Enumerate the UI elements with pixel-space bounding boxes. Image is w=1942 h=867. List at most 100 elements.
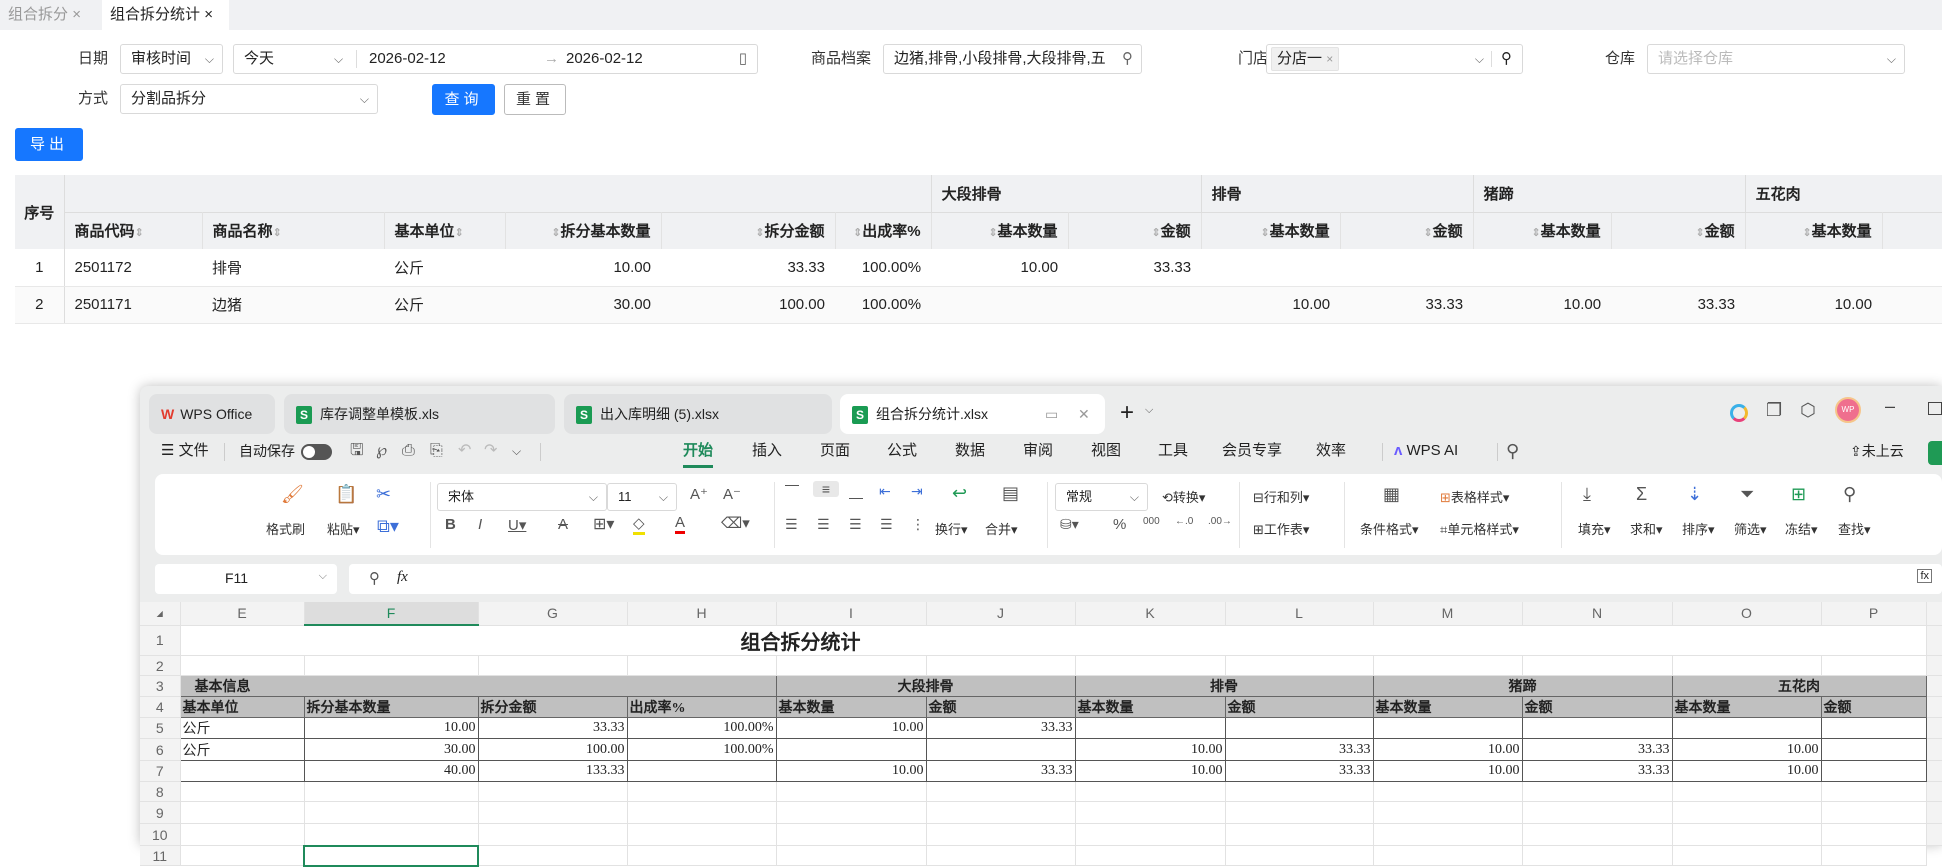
empty-cell[interactable] [1373,655,1523,676]
column-header-P[interactable]: P [1821,602,1927,626]
wrap-icon[interactable]: ↩ [952,483,967,504]
data-cell[interactable] [1074,717,1226,739]
empty-cell[interactable] [1821,845,1927,866]
data-cell[interactable]: 100.00% [626,738,777,761]
empty-cell[interactable] [1075,823,1226,846]
chevron-down-icon[interactable]: ⌵ [1145,404,1153,417]
query-button[interactable]: 查询 [432,84,495,115]
group-header[interactable]: 大段排骨 [775,675,1076,697]
empty-cell[interactable] [1821,801,1927,824]
assistant-icon[interactable] [1730,404,1748,422]
data-cell[interactable]: 33.33 [1224,760,1374,782]
search-icon[interactable]: ⚲ [1501,45,1512,73]
date-start[interactable]: 2026-02-12 [369,45,446,73]
empty-cell[interactable] [1821,655,1927,676]
empty-cell[interactable] [1672,823,1822,846]
sheet-title[interactable]: 组合拆分统计 [180,625,1927,656]
empty-cell[interactable] [1522,781,1673,802]
empty-cell[interactable] [1373,823,1523,846]
column-header-O[interactable]: O [1672,602,1822,626]
column-header-H[interactable]: H [627,602,777,626]
doc-tab[interactable]: S 出入库明细 (5).xlsx [564,394,832,434]
redo-icon[interactable]: ↷ [484,436,497,466]
column-header[interactable]: 商品名称⇕ [202,212,385,249]
tab-combo-split-stats[interactable]: 组合拆分统计 × [102,0,229,30]
new-tab-icon[interactable]: + [1120,400,1134,426]
empty-cell[interactable] [1075,801,1226,824]
sort-icon[interactable]: ⇕ [273,227,282,239]
sort-icon[interactable]: ⇕ [1802,227,1811,239]
empty-cell[interactable] [478,655,628,676]
windows-icon[interactable]: ❐ [1766,400,1782,421]
vertical-scrollbar[interactable] [1926,781,1942,802]
maximize-icon[interactable] [1928,402,1942,415]
cube-icon[interactable]: ⬡ [1800,400,1816,421]
align-top-icon[interactable]: ⎺ [785,483,799,500]
empty-cell[interactable] [304,781,479,802]
data-cell[interactable]: 公斤 [179,738,305,761]
ribbon-tab-insert[interactable]: 插入 [752,436,782,466]
data-cell[interactable] [1372,717,1523,739]
empty-cell[interactable] [478,801,628,824]
sort-icon[interactable]: ⇕ [135,227,144,239]
ribbon-tab-page[interactable]: 页面 [820,436,850,466]
strikethrough-icon[interactable]: A [558,516,568,533]
row-header[interactable]: 3 [140,675,181,697]
data-cell[interactable]: 10.00 [303,717,479,739]
conditional-format-button[interactable]: 条件格式▾ [1360,519,1419,538]
indent-increase-icon[interactable]: ⇥ [911,483,923,500]
merge-icon[interactable]: ▤ [1002,483,1019,504]
copy-icon[interactable]: ⧉▾ [377,516,399,537]
file-menu[interactable]: ☰ 文件 [161,436,209,466]
row-header[interactable]: 9 [140,801,181,824]
autosave-toggle[interactable] [301,444,332,460]
wps-ai-button[interactable]: ʌ WPS AI [1394,436,1458,466]
column-title[interactable]: 金额 [1224,696,1374,718]
column-header-J[interactable]: J [926,602,1076,626]
justify-icon[interactable]: ☰ [880,516,893,533]
close-icon[interactable]: × [72,6,81,23]
distributed-icon[interactable]: ⋮ [911,516,925,533]
empty-cell[interactable] [1672,781,1822,802]
data-cell[interactable]: 33.33 [1521,760,1673,782]
font-grow-icon[interactable]: A⁺ [690,485,708,503]
align-left-icon[interactable]: ☰ [785,516,798,533]
data-cell[interactable] [925,738,1076,761]
empty-cell[interactable] [776,823,927,846]
number-format-select[interactable]: 常规 ⌵ [1055,483,1148,511]
row-header[interactable]: 7 [140,760,181,782]
wps-home-tab[interactable]: W WPS Office [149,394,275,434]
bold-icon[interactable]: B [445,516,456,533]
empty-cell[interactable] [1075,655,1226,676]
empty-cell[interactable] [478,845,628,866]
column-header-F[interactable]: F [304,602,479,626]
ribbon-tab-data[interactable]: 数据 [955,436,985,466]
undo-icon[interactable]: ↶ [458,436,471,466]
data-cell[interactable]: 100.00% [626,717,777,739]
doc-tab-active[interactable]: S 组合拆分统计.xlsx ▭ ✕ [840,394,1105,434]
decimal-increase-icon[interactable]: ←.0 [1175,516,1193,527]
ribbon-tab-review[interactable]: 审阅 [1023,436,1053,466]
data-cell[interactable]: 10.00 [1671,738,1822,761]
worksheet-button[interactable]: ⊞工作表▾ [1253,519,1309,538]
format-painter-icon[interactable]: 🖌 [281,484,304,505]
empty-cell[interactable] [180,845,305,866]
column-title[interactable]: 拆分基本数量 [303,696,479,718]
empty-cell[interactable] [627,801,777,824]
sort-icon[interactable]: ⇣ [1687,484,1702,505]
percent-icon[interactable]: % [1113,516,1126,533]
empty-cell[interactable] [926,823,1076,846]
empty-cell[interactable] [926,781,1076,802]
empty-cell[interactable] [1075,781,1226,802]
empty-cell[interactable] [926,845,1076,866]
empty-cell[interactable] [1373,845,1523,866]
name-box[interactable]: F11 ⌵ [155,564,337,594]
column-title[interactable]: 基本数量 [775,696,927,718]
column-title[interactable]: 基本数量 [1074,696,1226,718]
empty-cell[interactable] [776,801,927,824]
column-title[interactable]: 金额 [1521,696,1673,718]
convert-button[interactable]: ⟲转换▾ [1162,487,1205,506]
scissors-icon[interactable]: ✂ [376,484,391,505]
filter-icon[interactable]: ⏷ [1740,484,1754,505]
search-icon[interactable]: ⚲ [1122,45,1133,73]
